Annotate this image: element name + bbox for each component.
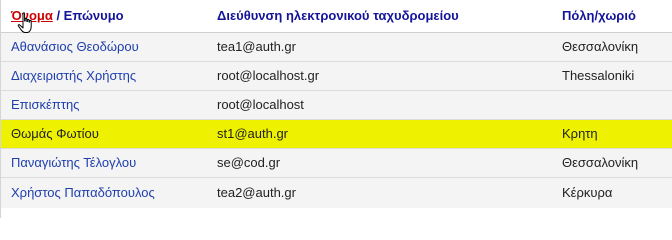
user-email: tea1@auth.gr <box>217 39 296 54</box>
user-email: tea2@auth.gr <box>217 185 296 201</box>
user-email: root@localhost.gr <box>217 68 320 83</box>
user-name-link[interactable]: Επισκέπτης <box>1 90 211 119</box>
header-lastname-label: / Επώνυμο <box>52 8 124 24</box>
user-city <box>556 90 672 119</box>
table-row-highlighted: Θωμάς Φωτίου st1@auth.gr Κρητη <box>1 119 672 148</box>
header-city: Πόλη/χωριό <box>556 0 672 32</box>
user-email: st1@auth.gr <box>217 126 289 141</box>
user-name-link[interactable]: Αθανάσιος Θεοδώρου <box>1 32 211 61</box>
user-name-link[interactable]: Παναγιώτης Τέλογλου <box>1 148 211 177</box>
header-email: Διεύθυνση ηλεκτρονικού ταχυδρομείου <box>211 0 556 32</box>
table-row: Παναγιώτης Τέλογλου se@cod.gr Θεσσαλονίκ… <box>1 148 672 177</box>
header-name: Όνομα / Επώνυμο <box>1 0 211 32</box>
users-table-panel: Όνομα / Επώνυμο Διεύθυνση ηλεκτρονικού τ… <box>0 0 672 218</box>
user-city: Κρητη <box>562 126 598 141</box>
user-email: se@cod.gr <box>217 155 281 170</box>
table-row: Χρήστος Παπαδόπουλος tea2@auth.gr Κέρκυρ… <box>1 177 672 208</box>
user-city: Θεσσαλονίκη <box>562 155 639 170</box>
table-row: Διαχειριστής Χρήστης root@localhost.gr T… <box>1 61 672 90</box>
user-city: Κέρκυρα <box>562 185 613 201</box>
user-email: root@localhost <box>217 97 304 112</box>
table-header-row: Όνομα / Επώνυμο Διεύθυνση ηλεκτρονικού τ… <box>1 0 672 32</box>
sort-by-firstname-link[interactable]: Όνομα <box>11 8 53 23</box>
user-name-link[interactable]: Θωμάς Φωτίου <box>1 119 211 148</box>
users-table: Όνομα / Επώνυμο Διεύθυνση ηλεκτρονικού τ… <box>1 0 672 208</box>
user-name-link[interactable]: Διαχειριστής Χρήστης <box>1 61 211 90</box>
table-row: Αθανάσιος Θεοδώρου tea1@auth.gr Θεσσαλον… <box>1 32 672 61</box>
table-row: Επισκέπτης root@localhost <box>1 90 672 119</box>
user-city: Thessaloniki <box>562 68 635 83</box>
user-name-link[interactable]: Χρήστος Παπαδόπουλος <box>1 177 211 208</box>
user-city: Θεσσαλονίκη <box>562 39 639 54</box>
